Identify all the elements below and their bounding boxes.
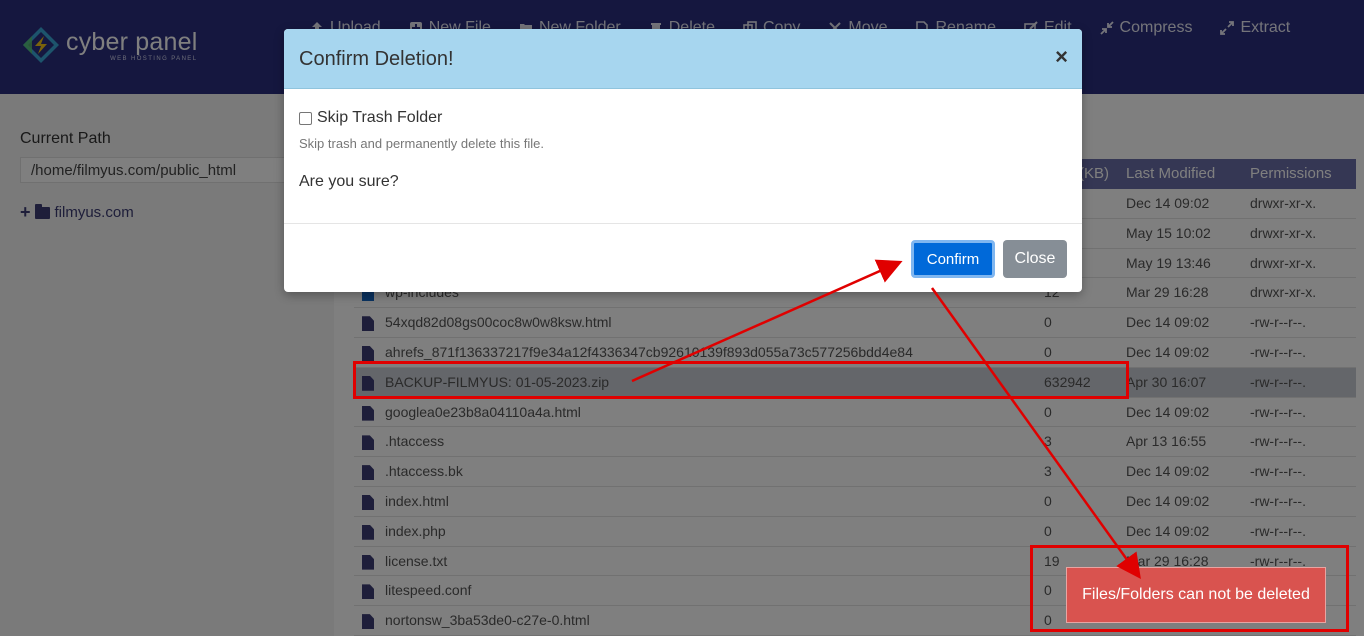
annotation-highlight-selected-row: [353, 361, 1129, 399]
modal-body: Skip Trash Folder Skip trash and permane…: [284, 89, 1082, 223]
confirm-question: Are you sure?: [299, 173, 399, 190]
skip-trash-option[interactable]: Skip Trash Folder: [299, 109, 442, 127]
modal-title: Confirm Deletion!: [299, 48, 454, 70]
skip-trash-checkbox[interactable]: [299, 111, 312, 125]
close-button[interactable]: Close: [1003, 240, 1067, 278]
confirm-button[interactable]: Confirm: [911, 240, 995, 278]
skip-trash-label[interactable]: Skip Trash Folder: [317, 109, 442, 127]
confirm-deletion-dialog: Confirm Deletion! × Skip Trash Folder Sk…: [284, 29, 1082, 292]
skip-trash-help: Skip trash and permanently delete this f…: [299, 136, 544, 151]
modal-header: Confirm Deletion! ×: [284, 29, 1082, 89]
modal-footer: Confirm Close: [284, 223, 1082, 292]
annotation-highlight-error-toast: [1030, 545, 1349, 632]
modal-close-icon[interactable]: ×: [1055, 45, 1068, 69]
